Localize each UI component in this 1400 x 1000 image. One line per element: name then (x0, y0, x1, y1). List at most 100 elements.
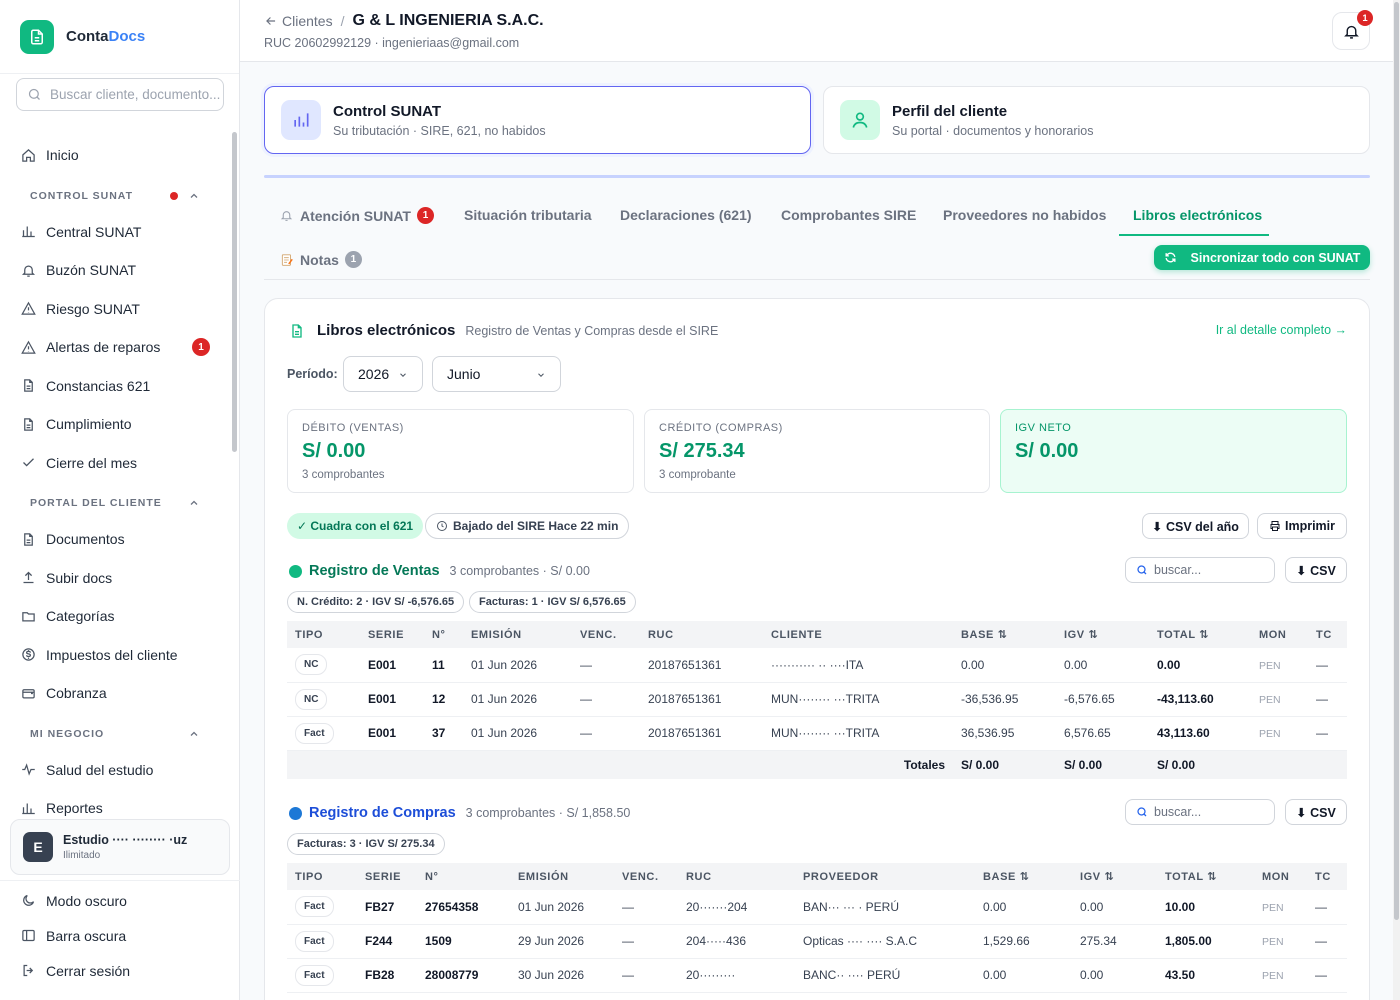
table-cell: 01 Jun 2026 (510, 890, 614, 925)
sidebar: ContaDocs Buscar cliente, documento... I… (0, 0, 240, 1000)
chevron-up-icon (190, 731, 198, 736)
compras-csv-button[interactable]: ⬇ CSV (1285, 799, 1347, 825)
sidebar-item-inicio[interactable]: Inicio (0, 136, 228, 175)
sidebar-scrollbar[interactable] (231, 124, 237, 804)
tab-notas[interactable]: Notas 1 (280, 251, 362, 268)
totals-cell (463, 750, 572, 779)
sidebar-item-impuestos[interactable]: Impuestos del cliente (0, 636, 228, 675)
sidebar-item-cumplimiento[interactable]: Cumplimiento (0, 405, 228, 444)
table-cell: — (1308, 716, 1347, 751)
main-scrollbar[interactable] (1393, 0, 1400, 1000)
table-row[interactable]: Fact E001 37 01 Jun 2026 — 20187651361 MUN····… (287, 716, 1347, 751)
compras-search-input[interactable]: buscar... (1125, 799, 1275, 825)
table-cell: — (1315, 899, 1327, 914)
logout-button[interactable]: Cerrar sesión (0, 953, 240, 988)
sidebar-item-label: Inicio (46, 147, 79, 164)
column-header: EMISIÓN (471, 628, 522, 641)
table-cell: MUN········ ···TRITA (763, 716, 953, 751)
search-icon (1137, 565, 1147, 575)
table-row[interactable]: Fact FB28 28008779 30 Jun 2026 — 20········· B… (287, 958, 1347, 993)
column-header[interactable]: TOTAL ⇅ (1157, 863, 1254, 890)
table-cell: MUN········ ···TRITA (771, 692, 880, 706)
ventas-csv-button[interactable]: ⬇ CSV (1285, 557, 1347, 583)
totals-cell (640, 750, 763, 779)
table-cell: 29 Jun 2026 (510, 924, 614, 959)
detail-link[interactable]: Ir al detalle completo → (1216, 323, 1347, 337)
table-row[interactable]: NC E001 12 01 Jun 2026 — 20187651361 MUN······… (287, 682, 1347, 717)
sidebar-item-central[interactable]: Central SUNAT (0, 213, 228, 252)
sidebar-item-documentos[interactable]: Documentos (0, 520, 228, 559)
column-header[interactable]: IGV ⇅ (1056, 621, 1149, 648)
mode-card-control-sunat[interactable]: Control SUNAT Su tributación · SIRE, 621… (264, 86, 811, 154)
tab-situacion-tributaria[interactable]: Situación tributaria (464, 207, 592, 223)
column-header: VENC. (580, 628, 617, 641)
section-portal-cliente[interactable]: PORTAL DEL CLIENTE (0, 486, 228, 520)
table-cell: — (580, 726, 592, 740)
section-mi-negocio[interactable]: MI NEGOCIO (0, 717, 228, 751)
tab-proveedores-no-habidos[interactable]: Proveedores no habidos (943, 207, 1106, 223)
search-input[interactable]: Buscar cliente, documento... (16, 78, 224, 111)
totals-cell (572, 750, 640, 779)
currency-cell: PEN (1262, 970, 1284, 982)
breadcrumb-clients-link[interactable]: Clientes (282, 13, 333, 29)
table-cell: 01 Jun 2026 (463, 648, 572, 683)
tab-declaraciones[interactable]: Declaraciones (621) (620, 207, 752, 223)
sync-sunat-button[interactable]: Sincronizar todo con SUNAT (1154, 245, 1370, 270)
total-cell: 0.00 (1157, 657, 1181, 672)
totals-cell (360, 750, 424, 779)
sidebar-item-cobranza[interactable]: Cobranza (0, 674, 228, 713)
sidebar-item-alertas[interactable]: Alertas de reparos 1 (0, 328, 228, 367)
table-cell: 0.00 (983, 968, 1007, 982)
table-cell: E001 (360, 648, 424, 683)
column-header[interactable]: TOTAL ⇅ (1149, 621, 1251, 648)
sidebar-item-label: Cierre del mes (46, 454, 138, 471)
table-cell: 204·····436 (678, 924, 795, 959)
brand[interactable]: ContaDocs (0, 0, 239, 74)
ventas-search-input[interactable]: buscar... (1125, 557, 1275, 583)
sidebar-item-riesgo[interactable]: Riesgo SUNAT (0, 290, 228, 329)
month-select[interactable]: Junio (432, 356, 561, 392)
mode-title: Perfil del cliente (892, 102, 1008, 120)
sidebar-item-categorias[interactable]: Categorías (0, 597, 228, 636)
tab-libros-electronicos[interactable]: Libros electrónicos (1133, 207, 1262, 223)
sidebar-item-label: Riesgo SUNAT (46, 300, 140, 317)
sidebar-item-constancias[interactable]: Constancias 621 (0, 367, 228, 406)
column-header[interactable]: BASE ⇅ (953, 621, 1056, 648)
sidebar-item-salud[interactable]: Salud del estudio (0, 751, 228, 790)
column-header[interactable]: BASE ⇅ (975, 863, 1072, 890)
table-cell: 01 Jun 2026 (463, 716, 572, 751)
column-header: TIPO (295, 628, 324, 641)
sidebar-item-subir[interactable]: Subir docs (0, 559, 228, 598)
doc-type-pill: Fact (295, 930, 334, 952)
table-row[interactable]: Fact F244 1509 29 Jun 2026 — 204·····436 Optic… (287, 924, 1347, 959)
sidebar-icon (20, 928, 36, 944)
section-control-sunat[interactable]: CONTROL SUNAT (0, 179, 228, 213)
sidebar-item-buzon[interactable]: Buzón SUNAT (0, 251, 228, 290)
sidebar-item-label: Cerrar sesión (46, 962, 131, 979)
mode-card-perfil-cliente[interactable]: Perfil del cliente Su portal · documento… (823, 86, 1370, 154)
column-header[interactable]: IGV ⇅ (1072, 863, 1157, 890)
section-label: MI NEGOCIO (30, 727, 105, 740)
arrow-left-icon[interactable] (264, 14, 278, 28)
bottom-nav: Modo oscuro Barra oscura Cerrar sesión (0, 880, 240, 988)
user-card[interactable]: E Estudio ···· ········ ·uz Ilimitado (10, 819, 230, 875)
tab-atencion-sunat[interactable]: Atención SUNAT 1 (280, 207, 434, 224)
totals-row: Totales S/ 0.00 S/ 0.00 S/ 0.00 (287, 750, 1347, 779)
notifications-button[interactable]: 1 (1332, 10, 1373, 50)
csv-year-button[interactable]: ⬇ CSV del año (1142, 513, 1249, 539)
table-cell: BAN··· ··· · PERÚ (795, 890, 975, 925)
ventas-table: TIPO SERIE N° EMISIÓN VENC. RUC CLIENTE BASE ⇅ I… (287, 621, 1347, 779)
stat-label: CRÉDITO (COMPRAS) (659, 422, 783, 434)
sidebar-item-cierre[interactable]: Cierre del mes (0, 444, 228, 483)
dark-bar-toggle[interactable]: Barra oscura (0, 918, 240, 953)
print-button[interactable]: Imprimir (1257, 513, 1347, 539)
file-icon (20, 416, 36, 432)
table-row[interactable]: NC E001 11 01 Jun 2026 — 20187651361 ·········… (287, 648, 1347, 683)
tab-comprobantes-sire[interactable]: Comprobantes SIRE (781, 207, 916, 223)
table-row[interactable]: Fact FB27 27654358 01 Jun 2026 — 20·······204… (287, 890, 1347, 925)
table-cell: 12 (424, 682, 463, 717)
year-select[interactable]: 2026 (343, 356, 423, 392)
dark-mode-toggle[interactable]: Modo oscuro (0, 883, 240, 918)
stat-igv-neto: IGV NETO S/ 0.00 (1000, 409, 1347, 493)
table-cell: -43,113.60 (1149, 682, 1251, 717)
